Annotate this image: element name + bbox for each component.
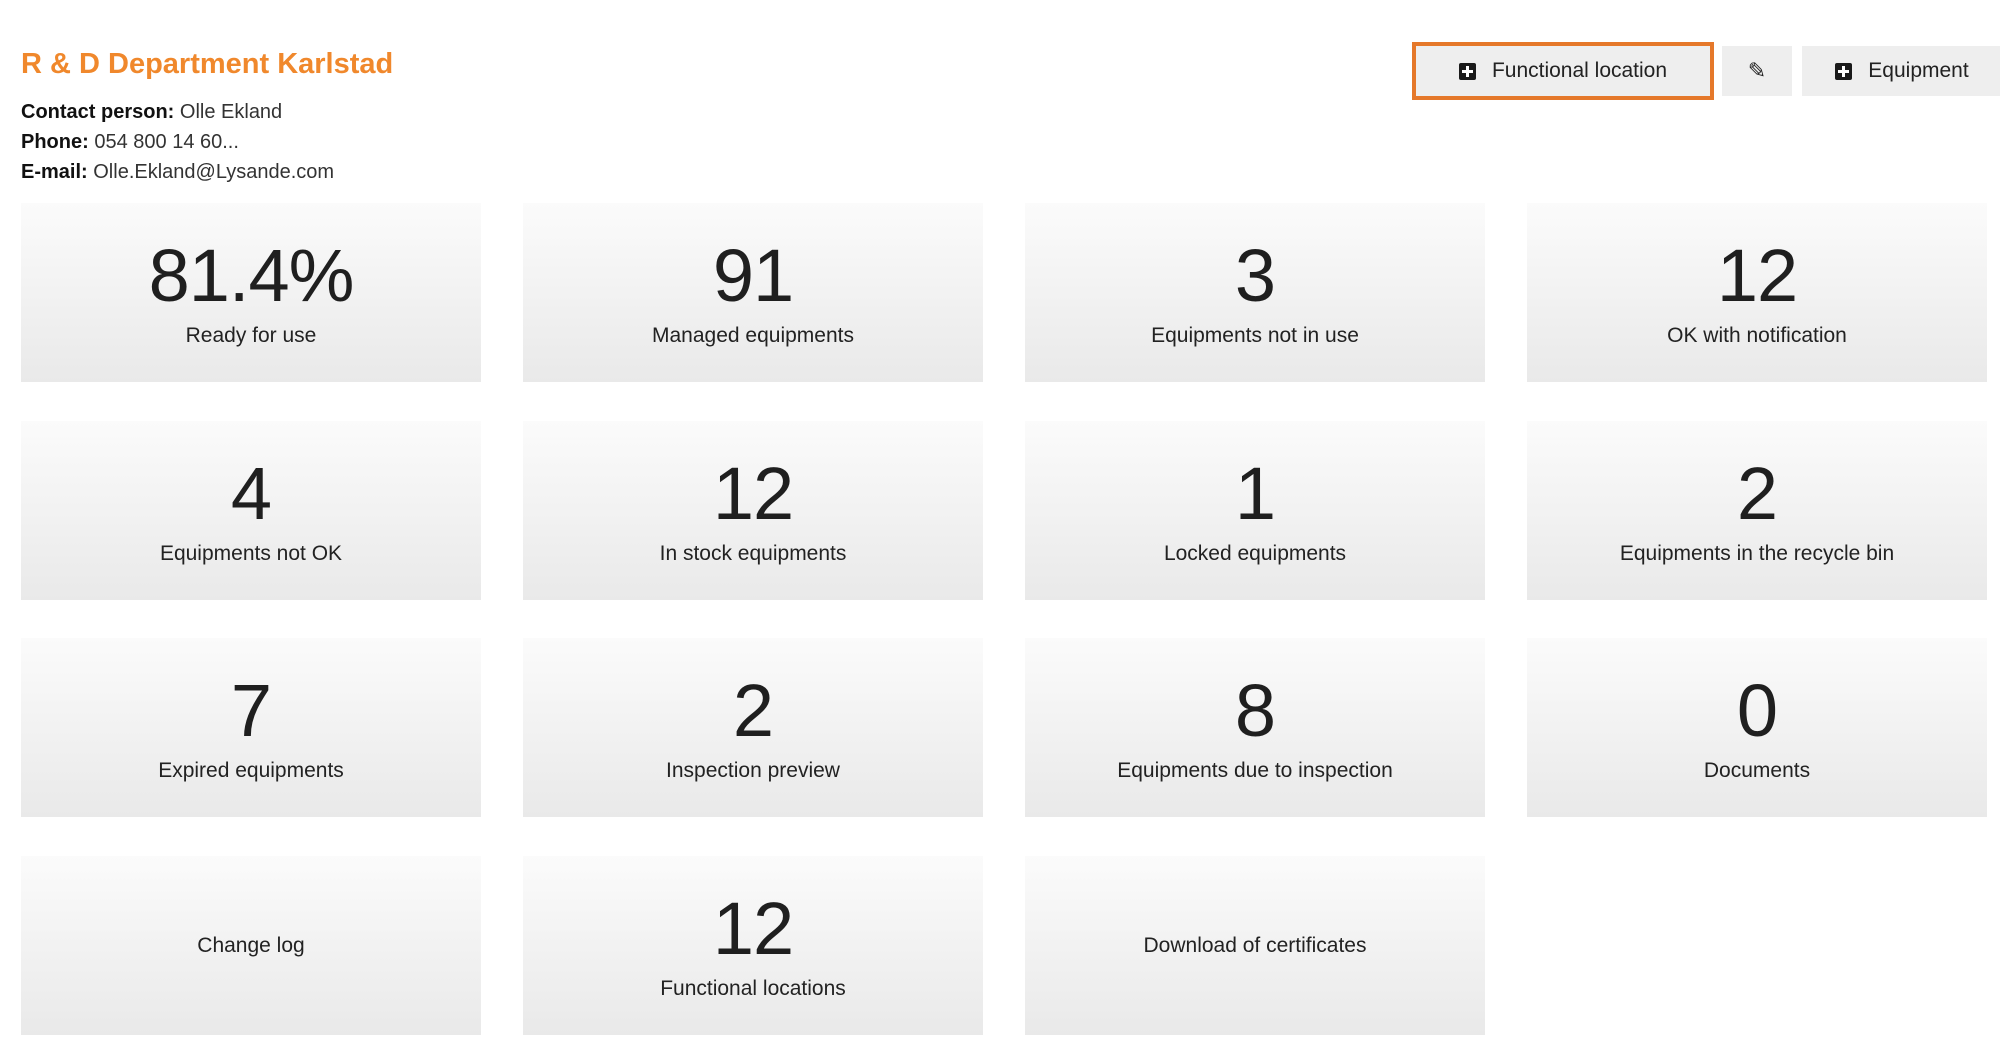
add-functional-location-label: Functional location — [1491, 59, 1668, 82]
email-line: E-mail: Olle.Ekland@Lysande.com — [21, 157, 393, 187]
contact-person-line: Contact person: Olle Ekland — [21, 97, 393, 127]
tile-label: Expired equipments — [158, 758, 344, 782]
add-functional-location-button[interactable]: Functional location — [1412, 42, 1714, 100]
tile-label: Equipments not OK — [159, 541, 343, 565]
tile-label: Equipments due to inspection — [1117, 758, 1393, 782]
tile-label: Download of certificates — [1143, 933, 1367, 957]
toolbar: Functional location ✎ Equipment — [1412, 40, 2000, 100]
page-title: R & D Department Karlstad — [21, 48, 394, 80]
tile-value: 1 — [1234, 451, 1276, 535]
plus-square-icon — [1835, 62, 1853, 80]
tile-equipments-not-ok[interactable]: 4 Equipments not OK — [21, 421, 481, 600]
tile-label: Inspection preview — [666, 758, 840, 782]
tile-ready-for-use[interactable]: 81.4% Ready for use — [21, 203, 481, 382]
tile-value: 3 — [1234, 233, 1276, 317]
tile-label: Equipments not in use — [1151, 323, 1359, 347]
location-header: R & D Department Karlstad Contact person… — [21, 44, 393, 187]
tile-ok-with-notification[interactable]: 12 OK with notification — [1527, 203, 1987, 382]
email-value: Olle.Ekland@Lysande.com — [93, 161, 335, 183]
tile-in-stock-equipments[interactable]: 12 In stock equipments — [523, 421, 983, 600]
tile-label: OK with notification — [1667, 323, 1847, 347]
tile-value: 81.4% — [148, 233, 355, 317]
tile-value: 8 — [1234, 668, 1276, 752]
contact-person-label: Contact person: — [21, 101, 175, 123]
tile-value: 12 — [1716, 233, 1798, 317]
email-label: E-mail: — [21, 161, 88, 183]
tile-due-to-inspection[interactable]: 8 Equipments due to inspection — [1025, 638, 1485, 817]
tile-managed-equipments[interactable]: 91 Managed equipments — [523, 203, 983, 382]
phone-label: Phone: — [21, 131, 89, 153]
tile-label: Functional locations — [660, 976, 846, 1000]
contact-person-value: Olle Ekland — [179, 101, 283, 123]
add-equipment-label: Equipment — [1868, 59, 1969, 82]
tile-label: Managed equipments — [652, 323, 854, 347]
tile-value: 12 — [712, 886, 794, 970]
tile-expired-equipments[interactable]: 7 Expired equipments — [21, 638, 481, 817]
tile-label: In stock equipments — [659, 541, 847, 565]
tile-label: Equipments in the recycle bin — [1619, 541, 1895, 565]
tile-download-certificates[interactable]: Download of certificates — [1025, 856, 1485, 1035]
tile-inspection-preview[interactable]: 2 Inspection preview — [523, 638, 983, 817]
phone-line: Phone: 054 800 14 60... — [21, 127, 393, 157]
tile-value: 12 — [712, 451, 794, 535]
plus-square-icon — [1458, 62, 1476, 80]
tile-label: Documents — [1703, 758, 1811, 782]
tile-label: Change log — [197, 933, 305, 957]
phone-value: 054 800 14 60... — [94, 131, 239, 153]
edit-button[interactable]: ✎ — [1722, 46, 1792, 96]
tile-value: 2 — [1736, 451, 1778, 535]
tile-functional-locations[interactable]: 12 Functional locations — [523, 856, 983, 1035]
pencil-icon: ✎ — [1747, 58, 1767, 83]
tile-change-log[interactable]: Change log — [21, 856, 481, 1035]
tile-documents[interactable]: 0 Documents — [1527, 638, 1987, 817]
tile-value: 0 — [1736, 668, 1778, 752]
tile-recycle-bin[interactable]: 2 Equipments in the recycle bin — [1527, 421, 1987, 600]
tile-value: 91 — [712, 233, 794, 317]
tile-value: 2 — [732, 668, 774, 752]
tile-label: Locked equipments — [1163, 541, 1347, 565]
tile-value: 7 — [230, 668, 272, 752]
tile-value: 4 — [230, 451, 272, 535]
tile-label: Ready for use — [185, 323, 317, 347]
tile-locked-equipments[interactable]: 1 Locked equipments — [1025, 421, 1485, 600]
tile-equipments-not-in-use[interactable]: 3 Equipments not in use — [1025, 203, 1485, 382]
add-equipment-button[interactable]: Equipment — [1802, 46, 2000, 96]
